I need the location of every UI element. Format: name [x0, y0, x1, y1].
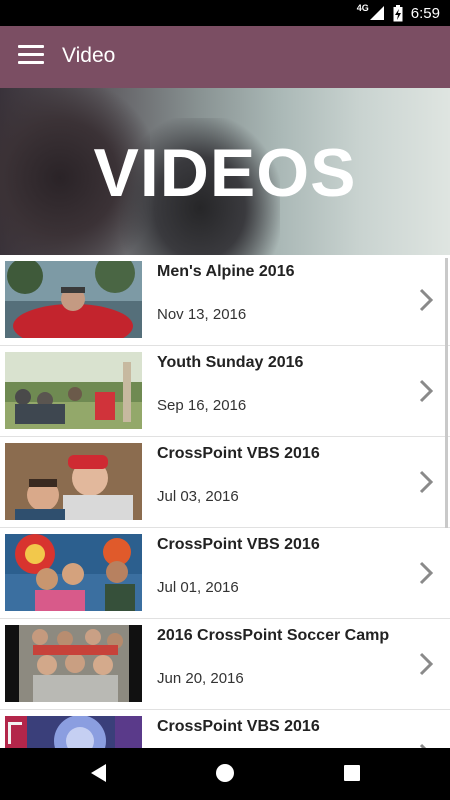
video-title: CrossPoint VBS 2016	[157, 718, 320, 735]
scrollbar[interactable]	[445, 258, 448, 528]
video-thumbnail	[5, 443, 142, 520]
home-icon[interactable]	[214, 761, 236, 785]
video-title: 2016 CrossPoint Soccer Camp	[157, 627, 390, 644]
chevron-right-icon	[419, 379, 434, 403]
video-title: CrossPoint VBS 2016	[157, 445, 320, 462]
status-icons: 4G 6:59	[357, 0, 440, 26]
video-title: Men's Alpine 2016	[157, 263, 295, 280]
video-date: Jul 03, 2016	[157, 488, 239, 505]
network-type-label: 4G	[356, 3, 369, 13]
navigation-bar	[0, 748, 450, 800]
video-date: Nov 13, 2016	[157, 306, 247, 323]
list-item[interactable]: Youth Sunday 2016 Sep 16, 2016	[0, 346, 450, 437]
list-item[interactable]: CrossPoint VBS 2016	[0, 710, 450, 748]
video-thumbnail	[5, 534, 142, 611]
chevron-right-icon	[419, 561, 434, 585]
battery-icon	[393, 4, 403, 21]
hero-title: VIDEOS	[93, 135, 357, 211]
list-item[interactable]: CrossPoint VBS 2016 Jul 01, 2016	[0, 528, 450, 619]
back-icon[interactable]	[88, 761, 108, 785]
list-item[interactable]: CrossPoint VBS 2016 Jul 03, 2016	[0, 437, 450, 528]
chevron-right-icon	[419, 652, 434, 676]
video-date: Jun 20, 2016	[157, 670, 244, 687]
video-date: Sep 16, 2016	[157, 397, 247, 414]
list-item[interactable]: Men's Alpine 2016 Nov 13, 2016	[0, 255, 450, 346]
video-title: CrossPoint VBS 2016	[157, 536, 320, 553]
menu-icon[interactable]	[18, 45, 44, 69]
recents-icon[interactable]	[342, 761, 362, 785]
video-thumbnail	[5, 261, 142, 338]
app-bar: Video	[0, 26, 450, 88]
video-list: Men's Alpine 2016 Nov 13, 2016 Youth Sun…	[0, 255, 450, 748]
video-thumbnail	[5, 716, 142, 748]
list-item[interactable]: 2016 CrossPoint Soccer Camp Jun 20, 2016	[0, 619, 450, 710]
chevron-right-icon	[419, 470, 434, 494]
video-thumbnail	[5, 625, 142, 702]
video-thumbnail	[5, 352, 142, 429]
clock: 6:59	[410, 4, 440, 22]
hero-banner: VIDEOS	[0, 88, 450, 255]
chevron-right-icon	[419, 288, 434, 312]
video-title: Youth Sunday 2016	[157, 354, 304, 371]
status-bar: 4G 6:59	[0, 0, 450, 26]
signal-icon	[369, 6, 384, 20]
page-title: Video	[62, 44, 116, 67]
video-date: Jul 01, 2016	[157, 579, 239, 596]
